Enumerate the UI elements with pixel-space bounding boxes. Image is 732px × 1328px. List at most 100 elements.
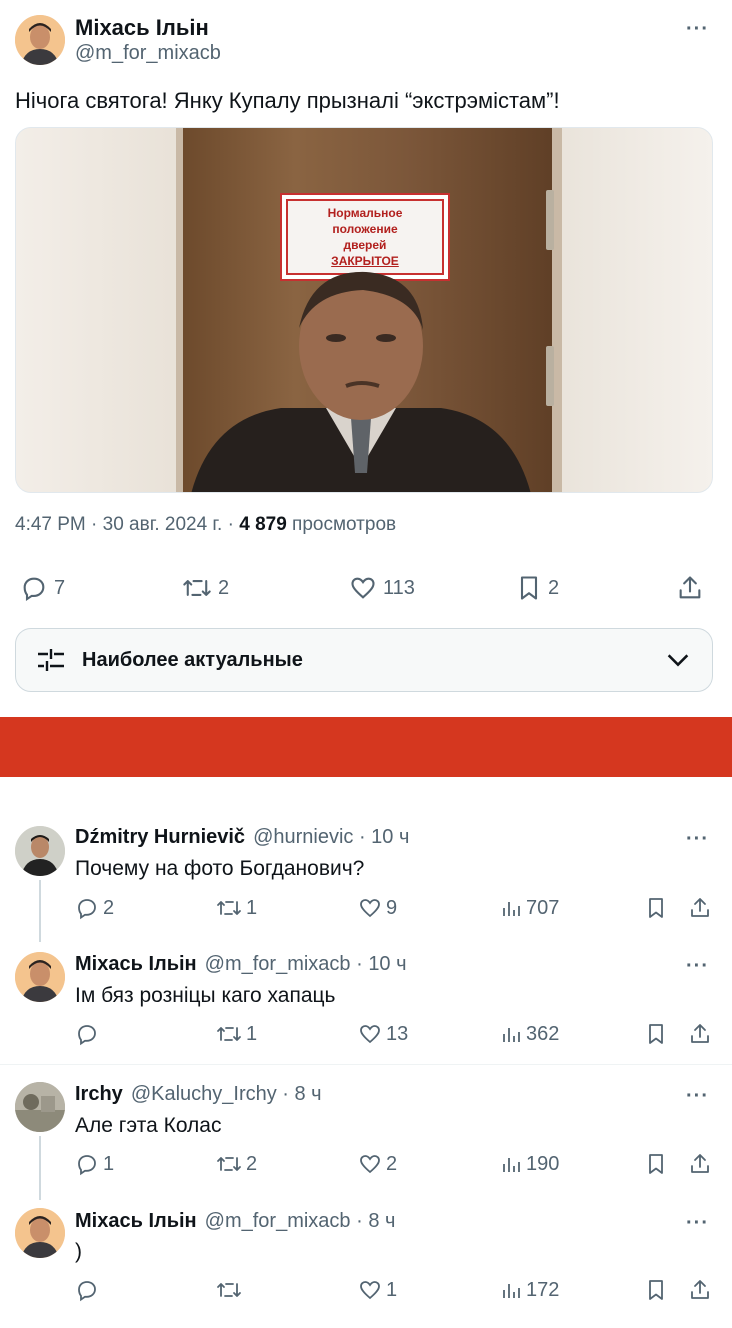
author-handle[interactable]: @m_for_mixacb: [75, 42, 221, 65]
chevron-down-icon: [667, 654, 689, 667]
reply-header: Dźmitry Hurnievič @hurnievic · 10 ч: [75, 826, 409, 849]
reply-button[interactable]: [75, 1022, 103, 1046]
retweet-icon: [217, 1027, 241, 1041]
author-name[interactable]: Irchy: [75, 1083, 123, 1106]
author-name[interactable]: Міхась Ільін: [75, 953, 197, 976]
author-handle[interactable]: @hurnievic · 10 ч: [253, 826, 409, 849]
tweet-photo[interactable]: Нормальное положение дверей ЗАКРЫТОЕ: [15, 127, 713, 493]
reply-button[interactable]: 2: [75, 896, 114, 920]
share-button[interactable]: [688, 1022, 712, 1046]
retweet-button[interactable]: 2: [216, 1152, 257, 1176]
reply-text: ): [75, 1240, 82, 1263]
reply-header: Irchy @Kaluchy_Irchy · 8 ч: [75, 1083, 322, 1106]
bookmark-button[interactable]: [645, 1278, 667, 1302]
bookmark-icon: [649, 1154, 663, 1174]
sort-dropdown[interactable]: Наиболее актуальные: [15, 628, 713, 692]
sign-line: ЗАКРЫТОЕ: [331, 254, 399, 268]
more-icon[interactable]: ···: [686, 955, 709, 978]
author-name[interactable]: Dźmitry Hurnievič: [75, 826, 245, 849]
author-name[interactable]: Міхась Ільін: [75, 1210, 197, 1233]
avatar[interactable]: [15, 1208, 65, 1258]
reply-button[interactable]: [75, 1278, 103, 1302]
reply-text: Але гэта Колас: [75, 1114, 222, 1137]
bookmark-button[interactable]: 2: [516, 574, 559, 602]
bookmark-button[interactable]: [645, 1152, 667, 1176]
reply-button[interactable]: 7: [20, 574, 65, 602]
tweet-timestamp[interactable]: 4:47 PM · 30 авг. 2024 г. ·: [15, 514, 234, 535]
wall-right: [552, 128, 712, 492]
bookmark-count: 2: [548, 576, 560, 599]
retweet-button[interactable]: 1: [216, 1022, 257, 1046]
tweet-meta: 4:47 PM · 30 авг. 2024 г. · 4 879 просмо…: [15, 514, 396, 536]
avatar[interactable]: [15, 826, 65, 876]
bookmark-icon: [520, 576, 538, 600]
author-name[interactable]: Міхась Ільін: [75, 15, 209, 41]
more-icon[interactable]: ···: [686, 1085, 709, 1108]
like-button[interactable]: 2: [358, 1152, 397, 1176]
reply-header: Міхась Ільін @m_for_mixacb · 8 ч: [75, 1210, 395, 1233]
share-icon: [691, 1280, 709, 1299]
wall-left: [16, 128, 186, 492]
avatar[interactable]: [15, 1082, 65, 1132]
share-icon: [691, 1024, 709, 1043]
retweet-button[interactable]: 1: [216, 896, 257, 920]
bookmark-icon: [649, 1280, 663, 1300]
reply-icon: [78, 1155, 96, 1176]
retweet-icon: [217, 1157, 241, 1171]
retweet-icon: [183, 580, 211, 596]
thread-line: [39, 1136, 41, 1200]
sign-line: положение: [332, 222, 398, 236]
bookmark-button[interactable]: [645, 1022, 667, 1046]
share-button[interactable]: [688, 1278, 712, 1302]
views-button[interactable]: 190: [500, 1152, 559, 1176]
door-frame: [552, 128, 562, 492]
like-button[interactable]: 1: [358, 1278, 397, 1302]
retweet-count: 2: [218, 576, 230, 599]
reply-text: Почему на фото Богданович?: [75, 857, 365, 880]
retweet-count: 1: [246, 896, 258, 919]
author-handle[interactable]: @Kaluchy_Irchy · 8 ч: [131, 1083, 322, 1106]
retweet-icon: [217, 901, 241, 915]
like-button[interactable]: 13: [358, 1022, 408, 1046]
filter-icon: [38, 649, 64, 671]
retweet-button[interactable]: [216, 1278, 246, 1302]
author-handle[interactable]: @m_for_mixacb · 8 ч: [205, 1210, 396, 1233]
views-icon: [503, 1028, 520, 1042]
more-icon[interactable]: ···: [686, 18, 709, 41]
bookmark-icon: [649, 1024, 663, 1044]
views-button[interactable]: 362: [500, 1022, 559, 1046]
like-count: 9: [386, 896, 398, 919]
view-count: 172: [526, 1278, 560, 1301]
avatar[interactable]: [15, 952, 65, 1002]
share-button[interactable]: [688, 896, 712, 920]
more-icon[interactable]: ···: [686, 1212, 709, 1235]
views-icon: [503, 1284, 520, 1298]
share-button[interactable]: [688, 1152, 712, 1176]
like-button[interactable]: 113: [349, 574, 415, 602]
view-count: 707: [526, 896, 560, 919]
thread-line: [39, 880, 41, 942]
view-count: 190: [526, 1152, 560, 1175]
reply-button[interactable]: 1: [75, 1152, 114, 1176]
like-count: 1: [386, 1278, 398, 1301]
avatar[interactable]: [15, 15, 65, 65]
reply-icon: [78, 1025, 96, 1046]
bookmark-button[interactable]: [645, 896, 667, 920]
share-button[interactable]: [676, 574, 704, 602]
views-button[interactable]: 172: [500, 1278, 559, 1302]
reply-icon: [78, 1281, 96, 1302]
reply-count: 7: [54, 576, 66, 599]
like-button[interactable]: 9: [358, 896, 397, 920]
author-handle[interactable]: @m_for_mixacb · 10 ч: [205, 953, 407, 976]
more-icon[interactable]: ···: [686, 828, 709, 851]
views-button[interactable]: 707: [500, 896, 559, 920]
views-icon: [503, 902, 520, 916]
door-hinge: [546, 190, 554, 250]
retweet-button[interactable]: 2: [182, 574, 229, 602]
heart-icon: [351, 577, 375, 599]
views-icon: [503, 1158, 520, 1172]
like-count: 113: [383, 576, 415, 599]
like-count: 13: [386, 1022, 409, 1045]
tweet-text: Нічога святога! Янку Купалу прызналі “эк…: [15, 88, 560, 113]
view-count: 362: [526, 1022, 560, 1045]
